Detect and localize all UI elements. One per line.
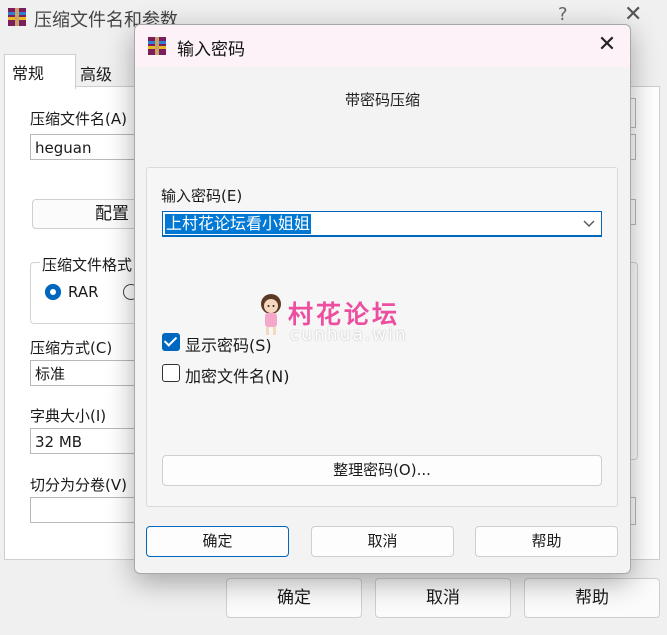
winrar-icon [148, 37, 166, 55]
ok-button-label: 确定 [202, 532, 233, 550]
dict-value: 32 MB [35, 433, 83, 451]
cancel-button[interactable]: 取消 [311, 526, 454, 557]
tab-general-label[interactable]: 常规 [12, 60, 44, 84]
help-button[interactable]: 帮助 [475, 526, 618, 557]
mascot-icon [261, 294, 281, 335]
bg-help-button[interactable]: 帮助 [524, 578, 660, 618]
format-group-label: 压缩文件格式 [40, 254, 135, 275]
password-value: 上村花论坛看小姐姐 [165, 214, 312, 234]
organize-passwords-button[interactable]: 整理密码(O)... [162, 455, 602, 486]
chevron-down-icon[interactable] [583, 220, 595, 228]
radio-rar-label: RAR [68, 283, 99, 301]
bg-ok-button[interactable]: 确定 [226, 578, 362, 618]
bg-ok-label: 确定 [277, 588, 311, 608]
dialog-subtitle: 带密码压缩 [344, 91, 420, 109]
watermark-subtext: cunhua.win [290, 325, 408, 345]
split-input[interactable] [30, 497, 140, 523]
dict-select[interactable]: 32 MB [30, 428, 140, 454]
encrypt-names-checkbox[interactable] [162, 364, 180, 382]
help-button-label: 帮助 [531, 532, 562, 550]
archive-name-label: 压缩文件名(A) [30, 110, 127, 128]
dialog-title: 输入密码 [177, 40, 245, 60]
split-label: 切分为分卷(V) [30, 476, 127, 494]
cancel-button-label: 取消 [367, 532, 398, 550]
help-icon[interactable]: ? [558, 4, 568, 25]
password-label: 输入密码(E) [161, 187, 243, 205]
show-password-checkbox[interactable] [162, 333, 180, 351]
close-icon[interactable]: ✕ [624, 2, 642, 27]
organize-passwords-label: 整理密码(O)... [333, 461, 431, 479]
bg-cancel-button[interactable]: 取消 [375, 578, 511, 618]
dict-label: 字典大小(I) [30, 407, 107, 425]
radio-rar[interactable] [45, 284, 61, 300]
archive-name-value: heguan [35, 139, 92, 157]
encrypt-names-label[interactable]: 加密文件名(N) [185, 363, 289, 387]
close-icon[interactable]: ✕ [593, 31, 621, 59]
password-input[interactable]: 上村花论坛看小姐姐 [162, 211, 602, 237]
password-dialog: 输入密码 ✕ 带密码压缩 输入密码(E) 上村花论坛看小姐姐 村花论坛 cunh… [134, 24, 631, 574]
method-value: 标准 [35, 365, 66, 383]
bg-cancel-label: 取消 [426, 588, 460, 608]
profiles-button-label: 配置 [95, 204, 129, 224]
method-select[interactable]: 标准 [30, 360, 140, 386]
method-label: 压缩方式(C) [30, 339, 113, 357]
winrar-icon [8, 8, 26, 26]
show-password-label[interactable]: 显示密码(S) [185, 332, 272, 356]
bg-help-label: 帮助 [575, 588, 609, 608]
ok-button[interactable]: 确定 [146, 526, 289, 557]
tab-advanced[interactable]: 高级 [80, 61, 112, 85]
